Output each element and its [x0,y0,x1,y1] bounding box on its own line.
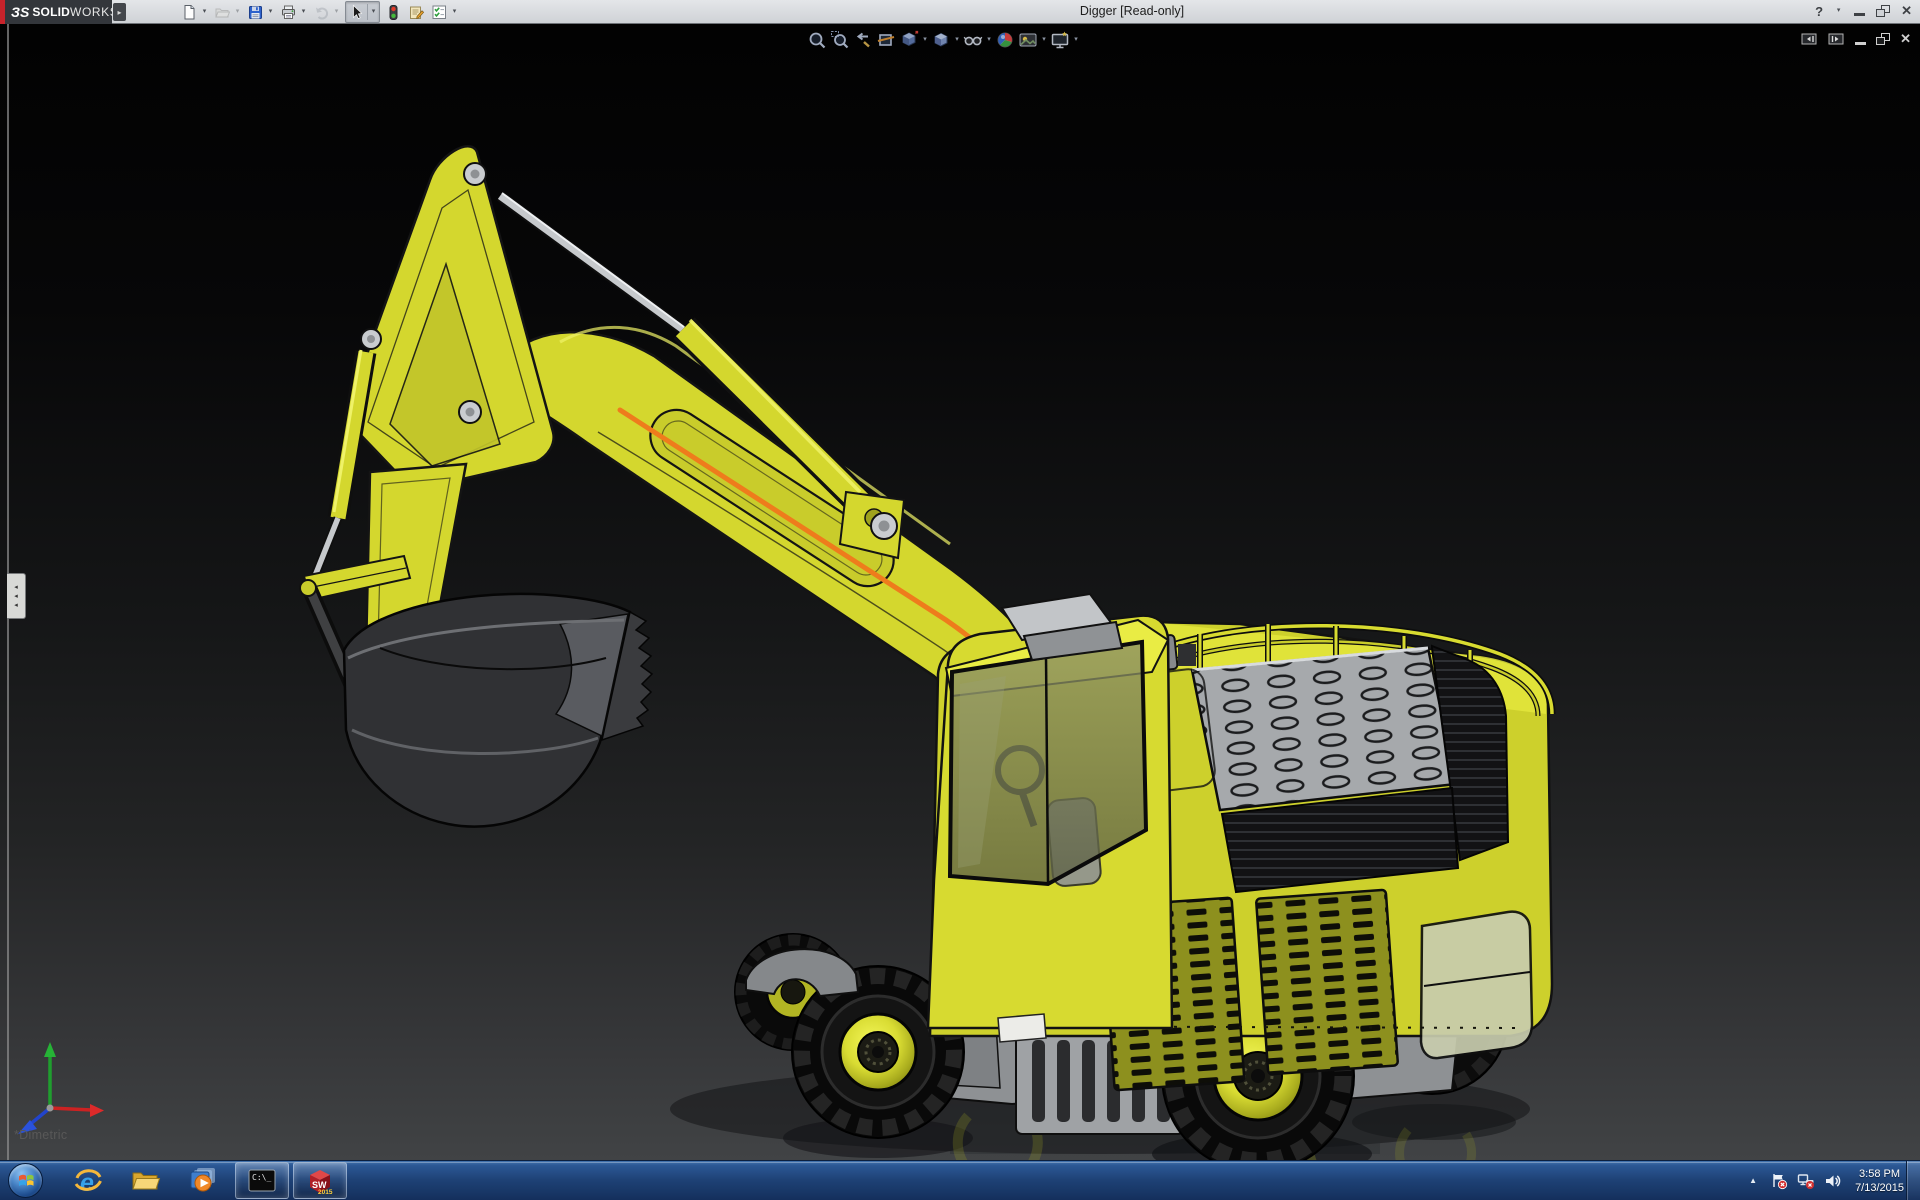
edit-appearance-icon[interactable] [994,29,1016,51]
svg-text:2015: 2015 [318,1189,333,1195]
show-desktop-button[interactable] [1906,1161,1920,1200]
side-vent-right [1255,888,1399,1076]
cab-mirror [997,1013,1047,1043]
save-dropdown[interactable]: ▾ [266,7,275,17]
graphics-area[interactable]: ◂ ◂ ◂ ▾ ▾ ▾ ▾ ▾ ✕ *Dimetric [0,24,1920,1160]
volume-icon[interactable] [1824,1172,1842,1190]
minimize-button[interactable] [1854,13,1866,16]
feature-manager-collapsed-tab[interactable]: ◂ ◂ ◂ [7,573,26,619]
apply-scene-icon[interactable] [1017,29,1039,51]
restore-button[interactable] [1876,5,1891,17]
zoom-to-area-icon[interactable] [829,29,851,51]
start-button[interactable] [8,1163,43,1198]
select-tool-group: ▾ [345,1,380,23]
display-style-dropdown[interactable]: ▾ [953,35,961,45]
print-button[interactable] [279,3,298,22]
view-settings-icon[interactable] [1049,29,1071,51]
internet-explorer-button[interactable]: e [61,1162,115,1199]
hide-show-items-icon[interactable] [962,29,984,51]
logo-red-stripe [0,0,5,24]
orientation-triad [18,1042,104,1134]
window-title: Digger [Read-only] [1079,4,1185,18]
section-view-icon[interactable] [875,29,897,51]
network-disconnected-icon[interactable] [1797,1172,1815,1190]
interference-detection-button[interactable] [384,3,403,22]
toolbar-expand-arrow[interactable]: ▸ [113,3,126,21]
print-dropdown[interactable]: ▾ [299,7,308,17]
svg-text:C:\_: C:\_ [252,1173,271,1182]
title-bar: ЗS SOLID WORKS ▸ ▾ ▾ ▾ ▾ ▾ ▾ ▾ Digger [R… [0,0,1920,24]
main-toolbar: ▾ ▾ ▾ ▾ ▾ ▾ ▾ [180,1,459,23]
tray-clock[interactable]: 3:58 PM 7/13/2015 [1855,1167,1904,1195]
collapse-arrow-icon: ◂ [14,602,18,609]
select-dropdown[interactable]: ▾ [369,7,378,17]
new-document-button[interactable] [180,3,199,22]
undo-dropdown: ▾ [334,8,339,15]
document-close-button[interactable]: ✕ [1900,31,1911,47]
system-tray: ▲ 3:58 PM 7/13/2015 [1749,1161,1904,1200]
expand-right-pane-button[interactable] [1828,32,1845,46]
options-dropdown[interactable]: ▾ [450,7,459,17]
display-style-icon[interactable] [930,29,952,51]
svg-text:e: e [80,1169,94,1197]
solidworks-logo: ЗS SOLID WORKS [0,0,118,24]
collapse-arrow-icon: ◂ [14,593,18,600]
folder-icon [132,1172,161,1189]
apply-scene-dropdown[interactable]: ▾ [1040,35,1048,45]
tray-date: 7/13/2015 [1855,1181,1904,1194]
hide-show-items-dropdown[interactable]: ▾ [985,35,993,45]
logo-text-light: WORKS [70,5,119,19]
zoom-to-fit-icon[interactable] [806,29,828,51]
document-restore-button[interactable] [1876,33,1891,45]
taskbar-items: e C:\_ SW 2015 [4,1161,349,1200]
save-button[interactable] [246,3,265,22]
command-prompt-icon: C:\_ [248,1169,276,1192]
open-document-dropdown: ▾ [235,8,240,15]
document-minimize-button[interactable] [1855,41,1867,45]
open-document-button [213,3,232,22]
options-button[interactable] [430,3,449,22]
file-explorer-button[interactable] [119,1162,173,1199]
expand-arrow-icon: ▸ [117,7,122,17]
tray-time: 3:58 PM [1859,1167,1901,1180]
document-window-controls: ✕ [1801,31,1911,47]
select-divider [367,4,368,20]
help-dropdown[interactable]: ▾ [1834,6,1843,16]
solidworks-2015-icon: SW 2015 [310,1170,333,1195]
bucket [342,592,654,828]
close-button[interactable]: ✕ [1901,3,1912,19]
heads-up-view-toolbar: ▾ ▾ ▾ ▾ ▾ [806,29,1080,51]
select-button[interactable] [347,3,366,22]
windows-taskbar: e C:\_ SW 2015 ▲ 3:58 PM 7/13/2015 [0,1160,1920,1200]
logo-3s-glyph: ЗS [11,4,30,20]
collapse-left-pane-button[interactable] [1801,32,1818,46]
windows-media-player-button[interactable] [177,1162,231,1199]
internet-explorer-icon: e [74,1169,102,1197]
engine-panel [1190,646,1458,812]
view-orientation-icon[interactable] [898,29,920,51]
logo-text-bold: SOLID [32,5,71,19]
media-player-icon [190,1167,215,1191]
previous-view-icon[interactable] [852,29,874,51]
window-controls: ? ▾ ✕ [1815,0,1912,22]
view-settings-dropdown[interactable]: ▾ [1072,35,1080,45]
y-axis-arrow [44,1042,56,1057]
action-center-icon[interactable] [1770,1172,1788,1190]
view-orientation-label: *Dimetric [14,1128,68,1142]
file-properties-button[interactable] [407,3,426,22]
hidden-icons-button[interactable]: ▲ [1749,1176,1757,1185]
windows-flag-icon [18,1174,33,1186]
cab [926,592,1174,1043]
x-axis-arrow [90,1104,104,1117]
command-prompt-button[interactable]: C:\_ [235,1162,289,1199]
collapse-arrow-icon: ◂ [14,584,18,591]
view-orientation-dropdown[interactable]: ▾ [921,35,929,45]
help-button[interactable]: ? [1815,4,1823,19]
solidworks-2015-button[interactable]: SW 2015 [293,1162,347,1199]
undo-button [312,3,331,22]
new-document-dropdown[interactable]: ▾ [200,7,209,17]
3d-viewport[interactable] [0,24,1920,1160]
